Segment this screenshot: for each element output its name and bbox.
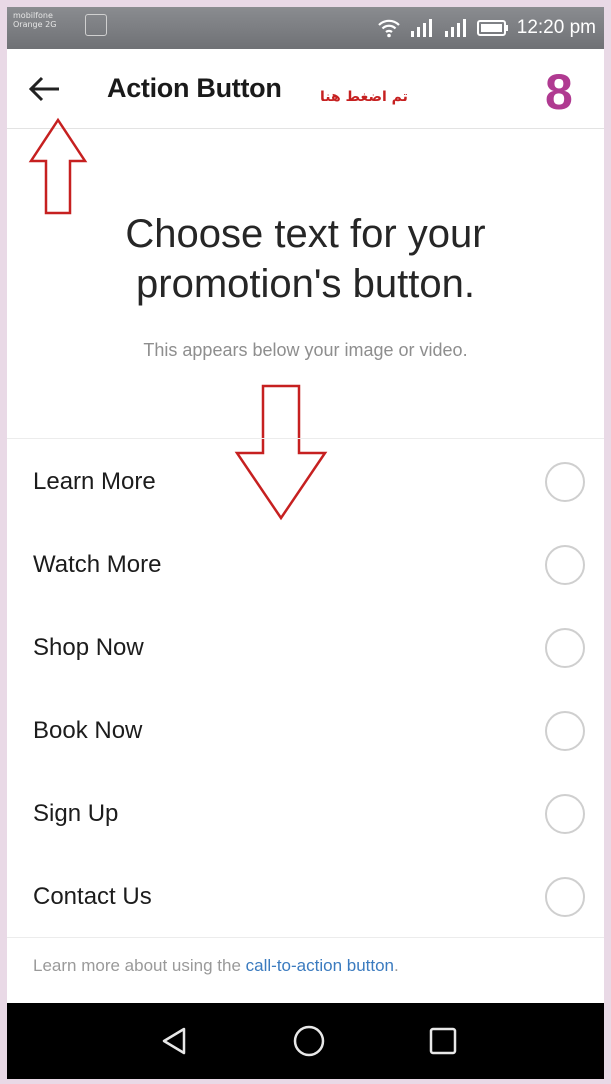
triangle-back-icon[interactable]	[154, 1021, 194, 1061]
subtitle: This appears below your image or video.	[143, 340, 468, 360]
divider-top	[7, 438, 604, 439]
radio-button[interactable]	[545, 545, 585, 585]
option-label: Learn More	[33, 468, 156, 495]
option-sign-up[interactable]: Sign Up	[7, 772, 604, 855]
system-nav-bar	[7, 1003, 604, 1079]
option-shop-now[interactable]: Shop Now	[7, 606, 604, 689]
radio-button[interactable]	[545, 462, 585, 502]
footer-text: Learn more about using the	[33, 956, 246, 975]
status-time: 12:20 pm	[516, 17, 596, 38]
footer-suffix: .	[394, 956, 399, 975]
option-label: Sign Up	[33, 800, 119, 827]
page-title: Action Button	[107, 73, 282, 103]
radio-button[interactable]	[545, 877, 585, 917]
square-recents-icon[interactable]	[423, 1021, 463, 1061]
option-label: Watch More	[33, 551, 162, 578]
wifi-icon	[377, 19, 400, 38]
signal-2-icon	[444, 19, 466, 37]
cta-help-link[interactable]: call-to-action button	[246, 956, 394, 975]
signal-1-icon	[410, 19, 432, 37]
status-icons: 12:20 pm	[377, 16, 596, 40]
option-list: Learn More Watch More Shop Now Book Now …	[7, 440, 604, 938]
annotation-arrow-up-icon	[28, 117, 88, 215]
option-label: Shop Now	[33, 634, 144, 661]
headline-line-2: promotion's button.	[136, 262, 475, 306]
divider-bottom	[7, 937, 604, 938]
radio-button[interactable]	[545, 628, 585, 668]
option-book-now[interactable]: Book Now	[7, 689, 604, 772]
footer-note: Learn more about using the call-to-actio…	[33, 956, 399, 976]
battery-icon	[476, 20, 508, 36]
radio-button[interactable]	[545, 794, 585, 834]
option-label: Contact Us	[33, 883, 152, 910]
option-label: Book Now	[33, 717, 143, 744]
carrier-info: mobilfone Orange 2G	[13, 11, 56, 29]
option-watch-more[interactable]: Watch More	[7, 523, 604, 606]
radio-button[interactable]	[545, 711, 585, 751]
option-learn-more[interactable]: Learn More	[7, 440, 604, 523]
annotation-note: تم اضغط هنا	[320, 89, 408, 105]
headline: Choose text for your promotion's button.	[7, 209, 604, 309]
option-contact-us[interactable]: Contact Us	[7, 855, 604, 938]
circle-home-icon[interactable]	[289, 1021, 329, 1061]
carrier-badge-icon	[85, 14, 107, 36]
status-bar: mobilfone Orange 2G 12:20 pm	[7, 7, 604, 49]
app-frame: mobilfone Orange 2G 12:20 pm Action Butt…	[7, 7, 604, 1079]
arrow-left-icon[interactable]	[27, 75, 61, 103]
carrier-line-2: Orange 2G	[13, 20, 57, 29]
carrier-line-1: mobilfone	[13, 11, 53, 20]
step-number: 8	[545, 64, 573, 120]
headline-line-1: Choose text for your	[125, 212, 486, 256]
app-bar: Action Button تم اضغط هنا 8	[7, 49, 604, 129]
